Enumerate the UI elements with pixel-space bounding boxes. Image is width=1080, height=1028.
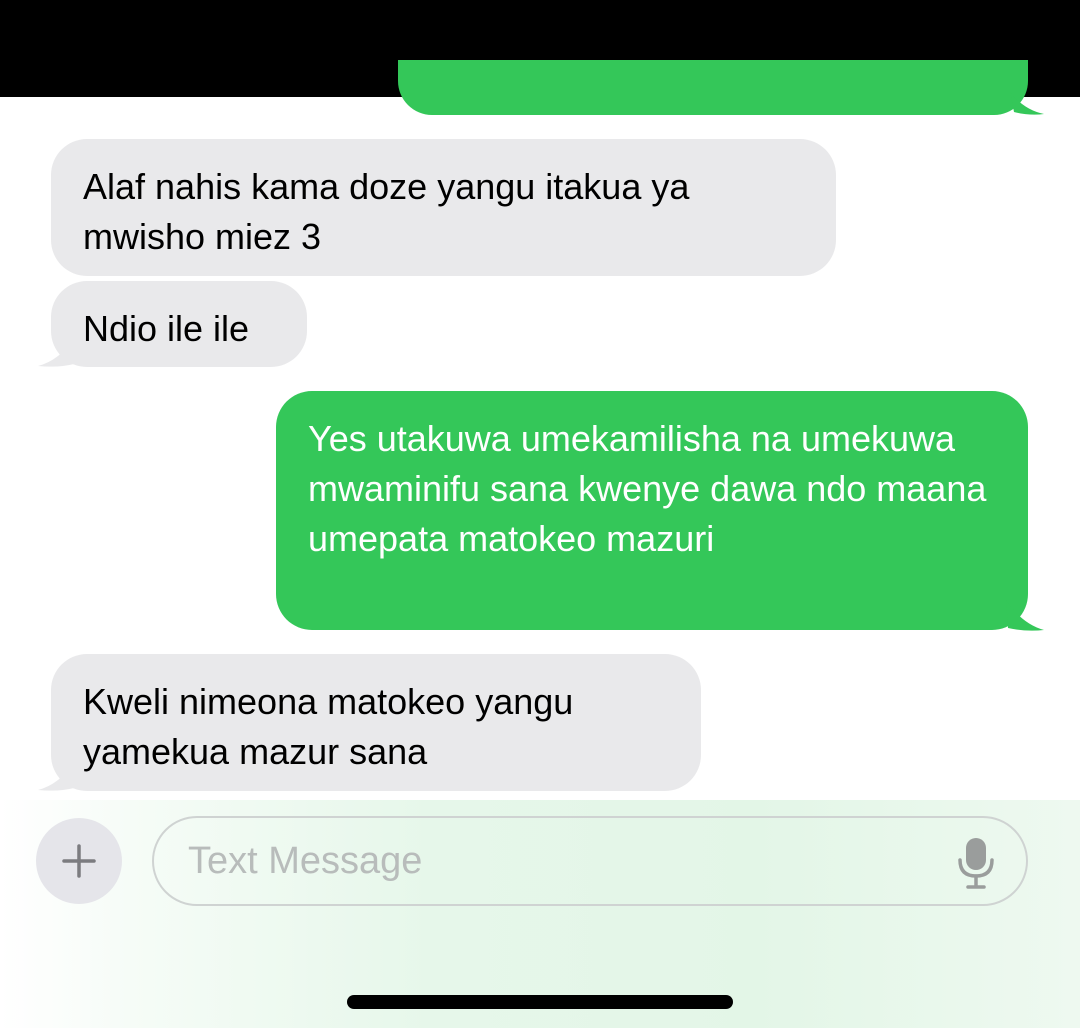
message-text: Kweli nimeona matokeo yangu yamekua mazu… xyxy=(83,681,574,772)
message-bubble-incoming[interactable]: Kweli nimeona matokeo yangu yamekua mazu… xyxy=(51,654,701,791)
bubble-tail xyxy=(1006,600,1044,631)
message-input[interactable]: Text Message xyxy=(152,816,1028,906)
bubble-tail xyxy=(38,762,74,791)
message-text: Yes utakuwa umekamilisha na umekuwa mwam… xyxy=(308,418,987,559)
message-bubble-outgoing-partial xyxy=(398,60,1028,115)
add-attachment-button[interactable] xyxy=(36,818,122,904)
plus-icon xyxy=(62,844,96,878)
bubble-tail xyxy=(1010,92,1044,115)
message-bubble-incoming[interactable]: Alaf nahis kama doze yangu itakua ya mwi… xyxy=(51,139,836,276)
microphone-icon[interactable] xyxy=(956,836,996,890)
message-bubble-incoming[interactable]: Ndio ile ile xyxy=(51,281,307,367)
message-bubble-outgoing[interactable]: Yes utakuwa umekamilisha na umekuwa mwam… xyxy=(276,391,1028,630)
message-text: Ndio ile ile xyxy=(83,308,250,349)
message-text: Alaf nahis kama doze yangu itakua ya mwi… xyxy=(83,166,690,257)
message-input-placeholder: Text Message xyxy=(188,840,423,882)
bubble-tail xyxy=(38,338,74,367)
home-indicator[interactable] xyxy=(347,995,733,1009)
